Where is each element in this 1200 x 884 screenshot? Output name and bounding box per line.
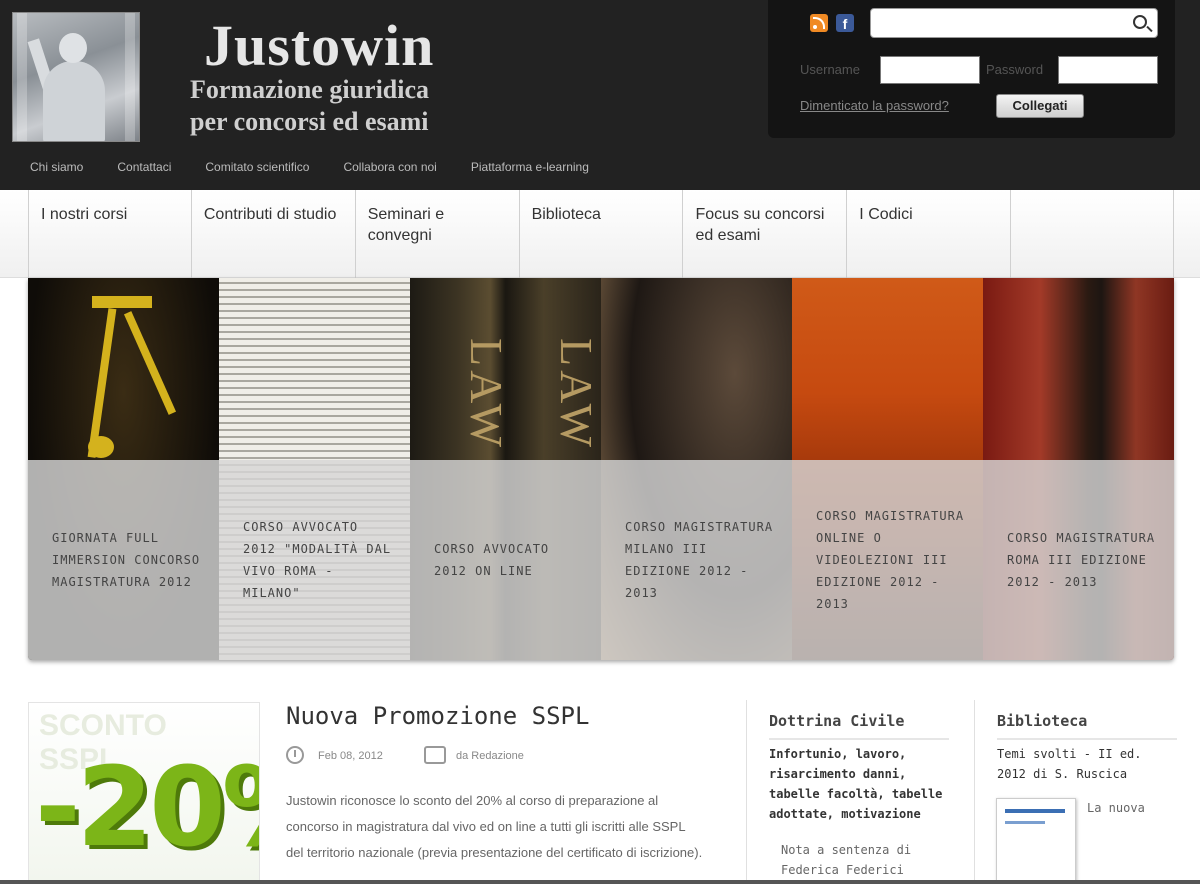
top-nav-elearning[interactable]: Piattaforma e-learning: [471, 160, 589, 180]
slide-magistratura-roma[interactable]: CORSO MAGISTRATURA ROMA III EDIZIONE 201…: [983, 278, 1174, 660]
main-nav-codici[interactable]: I Codici: [846, 190, 1010, 278]
username-field[interactable]: [880, 56, 980, 84]
slide-caption: GIORNATA FULL IMMERSION CONCORSO MAGISTR…: [28, 460, 219, 660]
search-input[interactable]: [870, 8, 1158, 38]
main-nav-empty: [1010, 190, 1175, 278]
slide-caption-text: CORSO MAGISTRATURA MILANO III EDIZIONE 2…: [625, 520, 774, 600]
slide-caption: CORSO AVVOCATO 2012 ON LINE: [410, 460, 601, 660]
bottom-edge: [0, 880, 1200, 884]
post-excerpt: Justowin riconosce lo sconto del 20% al …: [286, 793, 703, 860]
main-nav-contributi[interactable]: Contributi di studio: [190, 190, 355, 278]
forgot-password-link[interactable]: Dimenticato la password?: [800, 98, 949, 113]
promo-discount: -20%: [35, 743, 259, 871]
slide-caption: CORSO MAGISTRATURA MILANO III EDIZIONE 2…: [601, 460, 792, 660]
slide-caption-text: CORSO MAGISTRATURA ROMA III EDIZIONE 201…: [1007, 531, 1156, 589]
rss-icon[interactable]: [810, 14, 828, 32]
top-nav-chi-siamo[interactable]: Chi siamo: [30, 160, 83, 180]
slide-giornata-full-immersion[interactable]: GIORNATA FULL IMMERSION CONCORSO MAGISTR…: [28, 278, 219, 660]
brand-subtitle-line1: Formazione giuridica: [190, 75, 430, 104]
post-author[interactable]: da Redazione: [456, 750, 524, 762]
top-nav-comitato[interactable]: Comitato scientifico: [205, 160, 309, 180]
doctrine-title[interactable]: Dottrina Civile: [769, 712, 904, 730]
logo-column: [17, 13, 27, 141]
search-icon[interactable]: [1133, 15, 1147, 29]
login-button[interactable]: Collegati: [996, 94, 1084, 118]
top-nav-contattaci[interactable]: Contattaci: [117, 160, 171, 180]
top-nav: Chi siamo Contattaci Comitato scientific…: [30, 160, 623, 180]
post-title[interactable]: Nuova Promozione SSPL: [286, 702, 589, 730]
doctrine-divider: [769, 738, 949, 740]
login-panel: f Username Password Dimenticato la passw…: [768, 0, 1175, 138]
username-label: Username: [800, 62, 860, 77]
facebook-icon[interactable]: f: [836, 14, 854, 32]
clock-icon: [286, 746, 304, 764]
post-date: Feb 08, 2012: [318, 750, 383, 762]
library-headline[interactable]: Temi svolti - II ed. 2012 di S. Ruscica: [997, 744, 1177, 784]
main-nav: I nostri corsi Contributi di studio Semi…: [0, 190, 1200, 278]
slide-magistratura-online[interactable]: CORSO MAGISTRATURA ONLINE O VIDEOLEZIONI…: [792, 278, 983, 660]
main-nav-biblioteca[interactable]: Biblioteca: [518, 190, 683, 278]
site-header: Justowin Formazione giuridica per concor…: [0, 0, 1200, 190]
main-nav-seminari[interactable]: Seminari e convegni: [354, 190, 519, 278]
doctrine-headline[interactable]: Infortunio, lavoro, risarcimento danni, …: [769, 744, 959, 824]
comment-icon: [424, 746, 446, 764]
book-cover-thumbnail[interactable]: [996, 798, 1076, 884]
slide-magistratura-milano[interactable]: CORSO MAGISTRATURA MILANO III EDIZIONE 2…: [601, 278, 792, 660]
doctrine-column: Dottrina Civile Infortunio, lavoro, risa…: [746, 700, 966, 884]
logo-statue-head: [59, 33, 87, 63]
brand-subtitle: Formazione giuridica per concorsi ed esa…: [190, 74, 510, 138]
password-field[interactable]: [1058, 56, 1158, 84]
slide-caption-text: CORSO AVVOCATO 2012 ON LINE: [434, 542, 550, 578]
library-divider: [997, 738, 1177, 740]
main-nav-items: I nostri corsi Contributi di studio Semi…: [28, 190, 1175, 278]
library-text: La nuova: [1087, 801, 1145, 815]
logo-statue-image[interactable]: [12, 12, 140, 142]
slide-caption: CORSO MAGISTRATURA ONLINE O VIDEOLEZIONI…: [792, 460, 983, 660]
brand-subtitle-line2: per concorsi ed esami: [190, 107, 429, 136]
slide-caption: CORSO AVVOCATO 2012 "MODALITÀ DAL VIVO R…: [219, 460, 410, 660]
course-slider: GIORNATA FULL IMMERSION CONCORSO MAGISTR…: [28, 278, 1174, 660]
slide-caption-text: CORSO MAGISTRATURA ONLINE O VIDEOLEZIONI…: [816, 509, 965, 611]
password-label: Password: [986, 62, 1044, 77]
promo-image[interactable]: SCONTOSSPL -20%: [28, 702, 260, 884]
main-nav-corsi[interactable]: I nostri corsi: [28, 190, 191, 278]
slide-caption-text: CORSO AVVOCATO 2012 "MODALITÀ DAL VIVO R…: [243, 520, 392, 600]
slide-corso-avvocato-dal-vivo[interactable]: CORSO AVVOCATO 2012 "MODALITÀ DAL VIVO R…: [219, 278, 410, 660]
doctrine-text: Nota a sentenza di Federica Federici: [781, 843, 912, 877]
top-nav-collabora[interactable]: Collabora con noi: [343, 160, 436, 180]
main-nav-focus[interactable]: Focus su concorsi ed esami: [682, 190, 846, 278]
logo-column: [125, 13, 135, 141]
slide-corso-avvocato-online[interactable]: LAW LAW CORSO AVVOCATO 2012 ON LINE: [410, 278, 601, 660]
logo-statue-body: [43, 61, 105, 141]
slide-caption: CORSO MAGISTRATURA ROMA III EDIZIONE 201…: [983, 460, 1174, 660]
library-title[interactable]: Biblioteca: [997, 712, 1087, 730]
brand-title[interactable]: Justowin: [204, 12, 434, 79]
slide-caption-text: GIORNATA FULL IMMERSION CONCORSO MAGISTR…: [52, 531, 201, 589]
